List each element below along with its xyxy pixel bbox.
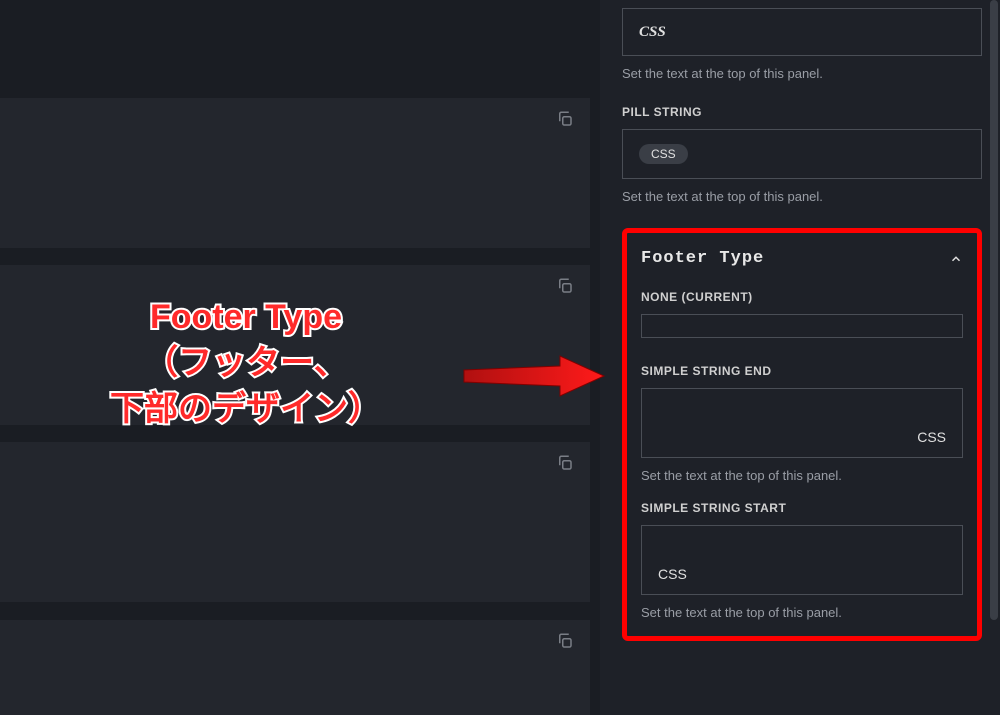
simple-start-value: CSS xyxy=(658,566,687,582)
copy-icon[interactable] xyxy=(556,632,574,650)
copy-icon[interactable] xyxy=(556,454,574,472)
simple-string-start-field[interactable]: CSS xyxy=(641,525,963,595)
copy-icon[interactable] xyxy=(556,110,574,128)
chevron-up-icon xyxy=(949,252,963,266)
none-current-label: NONE (CURRENT) xyxy=(641,290,963,304)
pill-string-field[interactable]: CSS xyxy=(622,129,982,179)
left-preview-panel xyxy=(0,0,590,715)
copy-icon[interactable] xyxy=(556,277,574,295)
simple-end-value: CSS xyxy=(917,429,946,445)
none-field[interactable] xyxy=(641,314,963,338)
footer-type-section: Footer Type NONE (CURRENT) SIMPLE STRING… xyxy=(622,228,982,641)
css-text-field[interactable]: CSS xyxy=(622,8,982,56)
simple-string-end-label: SIMPLE STRING END xyxy=(641,364,963,378)
help-text: Set the text at the top of this panel. xyxy=(641,468,963,483)
scrollbar[interactable] xyxy=(990,0,998,620)
help-text: Set the text at the top of this panel. xyxy=(622,66,982,81)
simple-string-start-label: SIMPLE STRING START xyxy=(641,501,963,515)
right-settings-panel: CSS Set the text at the top of this pane… xyxy=(600,0,1000,715)
help-text: Set the text at the top of this panel. xyxy=(641,605,963,620)
footer-type-title: Footer Type xyxy=(641,249,764,268)
pill-value: CSS xyxy=(639,144,688,164)
footer-type-header[interactable]: Footer Type xyxy=(641,249,963,268)
simple-string-end-field[interactable]: CSS xyxy=(641,388,963,458)
pill-string-label: PILL STRING xyxy=(622,105,982,119)
css-field-value: CSS xyxy=(639,24,666,41)
help-text: Set the text at the top of this panel. xyxy=(622,189,982,204)
